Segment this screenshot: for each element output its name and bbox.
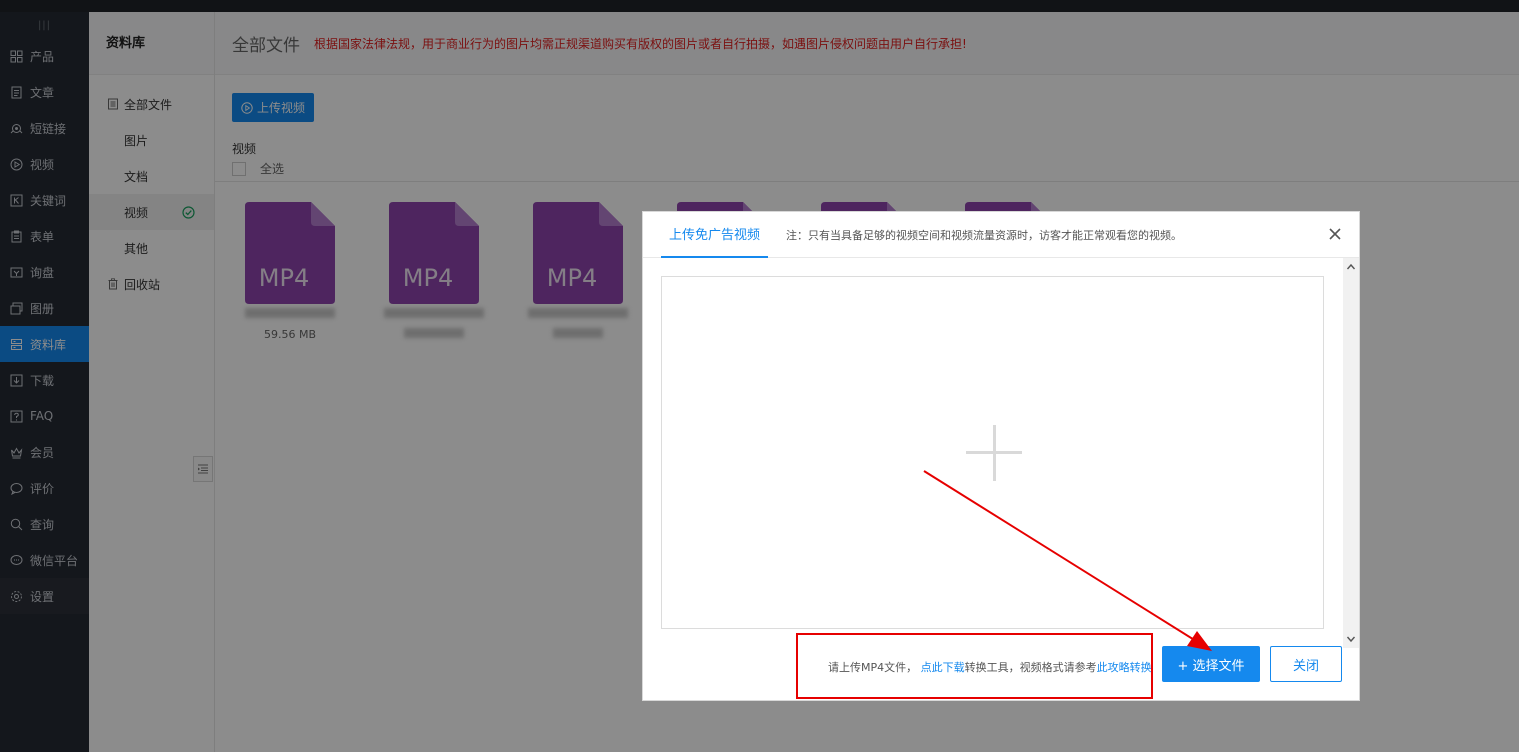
dialog-note: 注：只有当具备足够的视频空间和视频流量资源时，访客才能正常观看您的视频。 — [786, 228, 1183, 242]
annotation-highlight-box — [796, 633, 1153, 699]
close-icon[interactable] — [1327, 226, 1343, 242]
tab-ad-free-upload[interactable]: 上传免广告视频 — [661, 212, 769, 258]
chevron-down-icon[interactable] — [1346, 634, 1356, 644]
file-drop-zone[interactable] — [661, 276, 1324, 629]
dialog-scrollbar[interactable] — [1343, 258, 1359, 648]
choose-file-button[interactable]: + 选择文件 — [1162, 646, 1260, 682]
chevron-up-icon[interactable] — [1346, 262, 1356, 272]
close-dialog-button[interactable]: 关闭 — [1270, 646, 1342, 682]
dialog-header: 上传免广告视频 注：只有当具备足够的视频空间和视频流量资源时，访客才能正常观看您… — [643, 212, 1359, 258]
upload-video-dialog: 上传免广告视频 注：只有当具备足够的视频空间和视频流量资源时，访客才能正常观看您… — [642, 211, 1360, 701]
plus-icon — [966, 425, 1022, 481]
